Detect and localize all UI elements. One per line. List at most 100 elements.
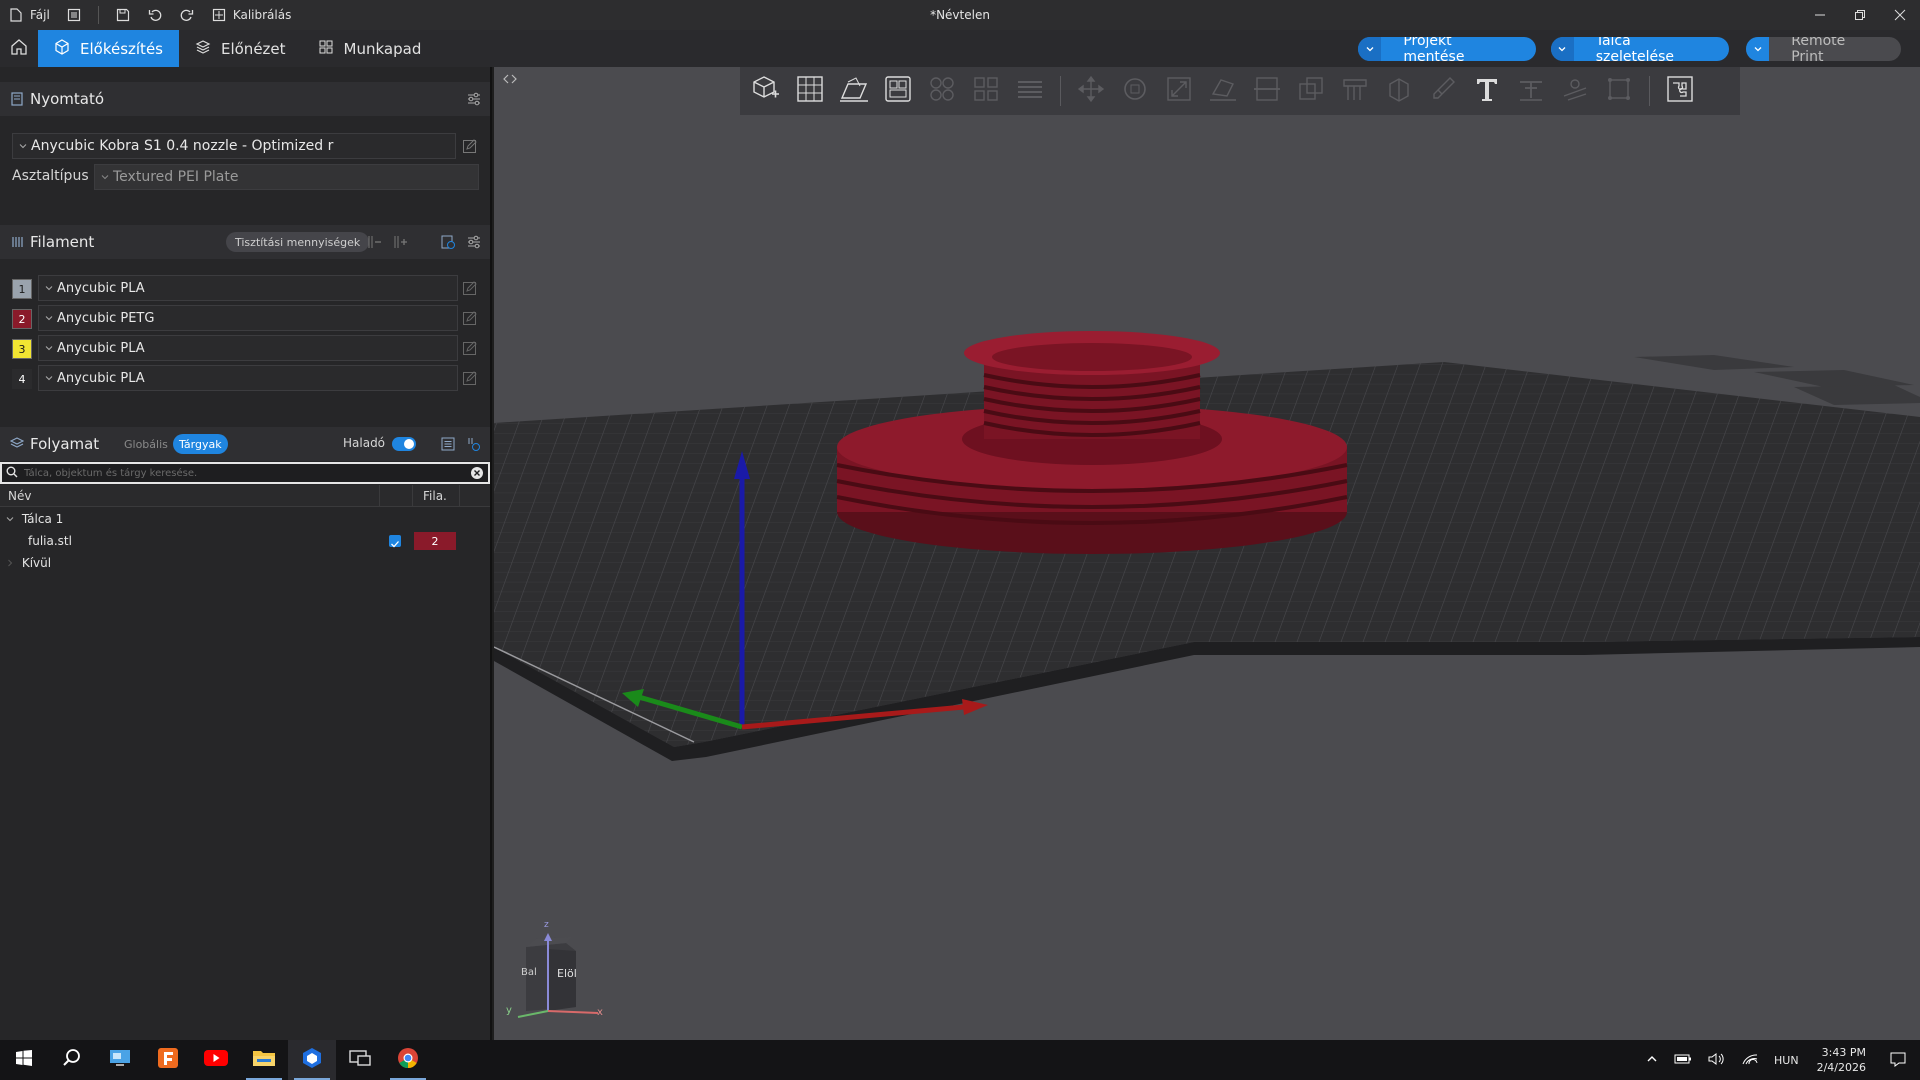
view-cube-front-face[interactable]: Elöl (557, 967, 577, 980)
chevron-down-icon[interactable] (1358, 37, 1382, 61)
filament-3-color-swatch[interactable]: 3 (12, 339, 32, 359)
printer-settings-icon[interactable] (466, 91, 482, 111)
3d-viewport[interactable]: Bal Elöl z y x (494, 67, 1920, 1040)
taskbar-app-youtube[interactable] (192, 1040, 240, 1080)
close-window-button[interactable] (1880, 0, 1920, 30)
filament-1-edit-icon[interactable] (462, 280, 478, 296)
outside-tree-item[interactable]: Kívül (6, 556, 51, 570)
rotate-tool[interactable] (1117, 73, 1153, 109)
scene-canvas[interactable] (494, 67, 1920, 1040)
tab-preview[interactable]: Előnézet (179, 30, 302, 67)
process-list-icon[interactable] (440, 436, 456, 456)
process-compare-icon[interactable] (466, 436, 482, 456)
volume-button[interactable] (1700, 1052, 1734, 1069)
taskbar-app-fusion[interactable] (144, 1040, 192, 1080)
printer-preset-select[interactable]: Anycubic Kobra S1 0.4 nozzle - Optimized… (12, 133, 456, 159)
restore-button[interactable] (1840, 0, 1880, 30)
add-object-tool[interactable] (748, 73, 784, 109)
object-filament-badge[interactable]: 2 (414, 532, 456, 550)
assembly-tool[interactable] (1601, 73, 1637, 109)
taskbar-app-slicer[interactable] (288, 1040, 336, 1080)
taskbar-app-remote[interactable] (336, 1040, 384, 1080)
filament-4-color-swatch[interactable]: 4 (12, 369, 32, 389)
support-paint-tool[interactable] (1337, 73, 1373, 109)
taskbar-app-chrome[interactable] (384, 1040, 432, 1080)
objects-toggle-option[interactable]: Tárgyak (173, 434, 228, 454)
filament-4-edit-icon[interactable] (462, 370, 478, 386)
layers-tool[interactable] (1012, 73, 1048, 109)
filament-1-select[interactable]: Anycubic PLA (38, 275, 458, 301)
auto-orient-tool[interactable] (836, 73, 872, 109)
chevron-down-icon[interactable] (1551, 37, 1574, 61)
chevron-down-icon[interactable] (6, 512, 14, 526)
column-name-header[interactable]: Név (8, 489, 31, 503)
filament-3-edit-icon[interactable] (462, 340, 478, 356)
assembly-view-tool[interactable] (1662, 73, 1698, 109)
file-menu[interactable]: Fájl (0, 0, 58, 30)
calibration-menu[interactable]: Kalibrálás (203, 0, 300, 30)
cut-tool[interactable] (1249, 73, 1285, 109)
tab-workspace[interactable]: Munkapad (302, 30, 438, 67)
color-paint-tool[interactable] (1425, 73, 1461, 109)
filament-2-color-swatch[interactable]: 2 (12, 309, 32, 329)
tab-prepare[interactable]: Előkészítés (38, 30, 179, 67)
redo-button[interactable] (171, 0, 203, 30)
seam-paint-tool[interactable] (1381, 73, 1417, 109)
split-objects-tool[interactable] (924, 73, 960, 109)
filament-4-select[interactable]: Anycubic PLA (38, 365, 458, 391)
object-search-bar[interactable]: Tálca, objektum és tárgy keresése. (0, 462, 490, 484)
network-button[interactable] (1734, 1052, 1766, 1069)
view-cube-left-face[interactable]: Bal (521, 967, 537, 978)
search-input[interactable]: Tálca, objektum és tárgy keresése. (24, 468, 197, 479)
clock[interactable]: 3:43 PM 2/4/2026 (1807, 1045, 1876, 1075)
plate-tree-item[interactable]: Tálca 1 (6, 512, 63, 526)
clear-search-icon[interactable] (470, 466, 484, 483)
chevron-right-icon[interactable] (6, 556, 14, 570)
filament-2-edit-icon[interactable] (462, 310, 478, 326)
arrange-tool[interactable] (880, 73, 916, 109)
emboss-tool[interactable] (1513, 73, 1549, 109)
minimize-button[interactable] (1800, 0, 1840, 30)
flush-volumes-button[interactable]: Tisztítási mennyiségek (226, 232, 370, 252)
taskbar-app-explorer[interactable] (240, 1040, 288, 1080)
boolean-tool[interactable] (1293, 73, 1329, 109)
start-button[interactable] (0, 1040, 48, 1080)
notifications-button[interactable] (1876, 1051, 1920, 1070)
chevron-down-icon[interactable] (1746, 37, 1770, 61)
measure-tool[interactable] (1557, 73, 1593, 109)
object-visibility-checkbox[interactable] (389, 535, 401, 548)
pulley-model[interactable] (836, 331, 1348, 554)
filament-2-select[interactable]: Anycubic PETG (38, 305, 458, 331)
filament-1-color-swatch[interactable]: 1 (12, 279, 32, 299)
bed-type-select[interactable]: Textured PEI Plate (94, 164, 479, 190)
global-toggle-option[interactable]: Globális (118, 434, 174, 454)
lay-on-face-tool[interactable] (1205, 73, 1241, 109)
home-button[interactable] (0, 30, 38, 67)
column-filament-header[interactable]: Fila. (423, 489, 447, 503)
add-plate-tool[interactable] (792, 73, 828, 109)
save-button[interactable] (107, 0, 139, 30)
battery-button[interactable] (1666, 1053, 1700, 1068)
collapse-sidebar-button[interactable] (502, 71, 518, 91)
scale-tool[interactable] (1161, 73, 1197, 109)
language-indicator[interactable]: HUN (1766, 1054, 1807, 1067)
printer-edit-icon[interactable] (462, 138, 478, 154)
remove-filament-icon[interactable] (366, 234, 382, 254)
hamburger-menu[interactable] (58, 0, 90, 30)
undo-button[interactable] (139, 0, 171, 30)
filament-3-select[interactable]: Anycubic PLA (38, 335, 458, 361)
move-tool[interactable] (1073, 73, 1109, 109)
search-taskbar-button[interactable] (48, 1040, 96, 1080)
tray-overflow-button[interactable] (1638, 1053, 1666, 1068)
view-cube[interactable]: Bal Elöl z y x (504, 920, 604, 1037)
advanced-toggle[interactable] (392, 437, 416, 451)
object-tree-item[interactable]: fulia.stl (28, 534, 72, 548)
slice-plate-button[interactable]: Tálca szeletelése (1551, 37, 1729, 61)
split-parts-tool[interactable] (968, 73, 1004, 109)
save-project-button[interactable]: Projekt mentése (1358, 37, 1536, 61)
sync-ams-icon[interactable] (440, 234, 456, 254)
taskbar-app-widgets[interactable] (96, 1040, 144, 1080)
add-filament-icon[interactable] (392, 234, 408, 254)
filament-settings-icon[interactable] (466, 234, 482, 254)
text-tool[interactable] (1469, 73, 1505, 109)
